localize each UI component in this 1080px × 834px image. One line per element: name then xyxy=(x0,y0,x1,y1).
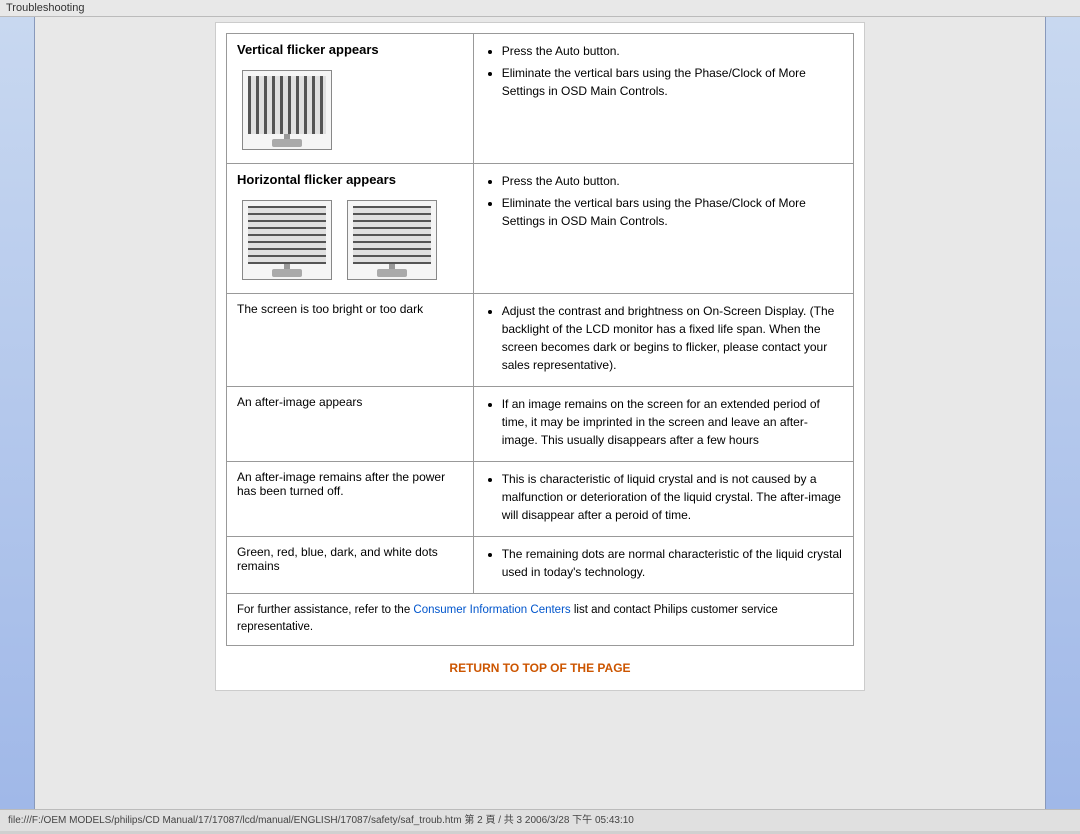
problem-cell-brightness: The screen is too bright or too dark xyxy=(227,294,474,387)
horizontal-lines-graphic xyxy=(353,206,431,264)
list-item: Adjust the contrast and brightness on On… xyxy=(502,302,843,374)
right-sidebar xyxy=(1045,17,1080,809)
return-to-top-container: RETURN TO TOP OF THE PAGE xyxy=(226,646,854,680)
solution-list-afterimage-power: This is characteristic of liquid crystal… xyxy=(502,470,843,524)
monitor-base xyxy=(272,269,302,277)
top-bar-label: Troubleshooting xyxy=(6,2,84,14)
horizontal-lines-graphic xyxy=(248,206,326,264)
return-to-top-link[interactable]: RETURN TO TOP OF THE PAGE xyxy=(449,661,630,675)
monitor-base xyxy=(272,139,302,147)
problem-cell-afterimage: An after-image appears xyxy=(227,387,474,462)
problem-title-horizontal: Horizontal flicker appears xyxy=(237,172,463,187)
footer-pre-text: For further assistance, refer to the xyxy=(237,604,413,616)
problem-cell-dots: Green, red, blue, dark, and white dots r… xyxy=(227,537,474,594)
solution-cell-brightness: Adjust the contrast and brightness on On… xyxy=(473,294,853,387)
table-row: The screen is too bright or too dark Adj… xyxy=(227,294,854,387)
solution-list-brightness: Adjust the contrast and brightness on On… xyxy=(502,302,843,374)
solution-list-afterimage: If an image remains on the screen for an… xyxy=(502,395,843,449)
monitor-image-horizontal-1 xyxy=(242,200,332,280)
images-row-vertical xyxy=(237,65,463,155)
consumer-info-link[interactable]: Consumer Information Centers xyxy=(413,604,570,616)
monitor-image-horizontal-2 xyxy=(347,200,437,280)
list-item: Press the Auto button. xyxy=(502,172,843,190)
solution-list-dots: The remaining dots are normal characteri… xyxy=(502,545,843,581)
list-item: This is characteristic of liquid crystal… xyxy=(502,470,843,524)
list-item: The remaining dots are normal characteri… xyxy=(502,545,843,581)
monitor-screen xyxy=(353,206,431,264)
list-item: If an image remains on the screen for an… xyxy=(502,395,843,449)
solution-list-horizontal: Press the Auto button. Eliminate the ver… xyxy=(502,172,843,230)
document-container: Vertical flicker appears xyxy=(215,22,865,691)
monitor-image-vertical xyxy=(242,70,332,150)
problem-cell-horizontal: Horizontal flicker appears xyxy=(227,164,474,294)
table-row: Horizontal flicker appears xyxy=(227,164,854,294)
problem-text-afterimage-power: An after-image remains after the power h… xyxy=(237,470,445,498)
list-item: Eliminate the vertical bars using the Ph… xyxy=(502,194,843,230)
table-row: Vertical flicker appears xyxy=(227,34,854,164)
problem-cell-afterimage-power: An after-image remains after the power h… xyxy=(227,462,474,537)
troubleshoot-table: Vertical flicker appears xyxy=(226,33,854,594)
solution-cell-vertical: Press the Auto button. Eliminate the ver… xyxy=(473,34,853,164)
images-row-horizontal xyxy=(237,195,463,285)
problem-cell-vertical: Vertical flicker appears xyxy=(227,34,474,164)
list-item: Eliminate the vertical bars using the Ph… xyxy=(502,64,843,100)
solution-cell-dots: The remaining dots are normal characteri… xyxy=(473,537,853,594)
left-sidebar xyxy=(0,17,35,809)
problem-title-vertical: Vertical flicker appears xyxy=(237,42,463,57)
footer-bar-text: file:///F:/OEM MODELS/philips/CD Manual/… xyxy=(8,815,634,826)
monitor-screen xyxy=(248,76,326,134)
table-row: An after-image remains after the power h… xyxy=(227,462,854,537)
content-area: Vertical flicker appears xyxy=(35,17,1045,809)
footer-bar: file:///F:/OEM MODELS/philips/CD Manual/… xyxy=(0,809,1080,831)
problem-text-dots: Green, red, blue, dark, and white dots r… xyxy=(237,545,438,573)
solution-cell-afterimage-power: This is characteristic of liquid crystal… xyxy=(473,462,853,537)
monitor-base xyxy=(377,269,407,277)
monitor-screen xyxy=(248,206,326,264)
problem-text-afterimage: An after-image appears xyxy=(237,395,362,409)
vertical-lines-graphic xyxy=(248,76,326,134)
top-bar: Troubleshooting xyxy=(0,0,1080,17)
table-row: Green, red, blue, dark, and white dots r… xyxy=(227,537,854,594)
solution-cell-horizontal: Press the Auto button. Eliminate the ver… xyxy=(473,164,853,294)
list-item: Press the Auto button. xyxy=(502,42,843,60)
table-row: An after-image appears If an image remai… xyxy=(227,387,854,462)
problem-text-brightness: The screen is too bright or too dark xyxy=(237,302,423,316)
footer-assistance-row: For further assistance, refer to the Con… xyxy=(226,594,854,646)
solution-list-vertical: Press the Auto button. Eliminate the ver… xyxy=(502,42,843,100)
solution-cell-afterimage: If an image remains on the screen for an… xyxy=(473,387,853,462)
